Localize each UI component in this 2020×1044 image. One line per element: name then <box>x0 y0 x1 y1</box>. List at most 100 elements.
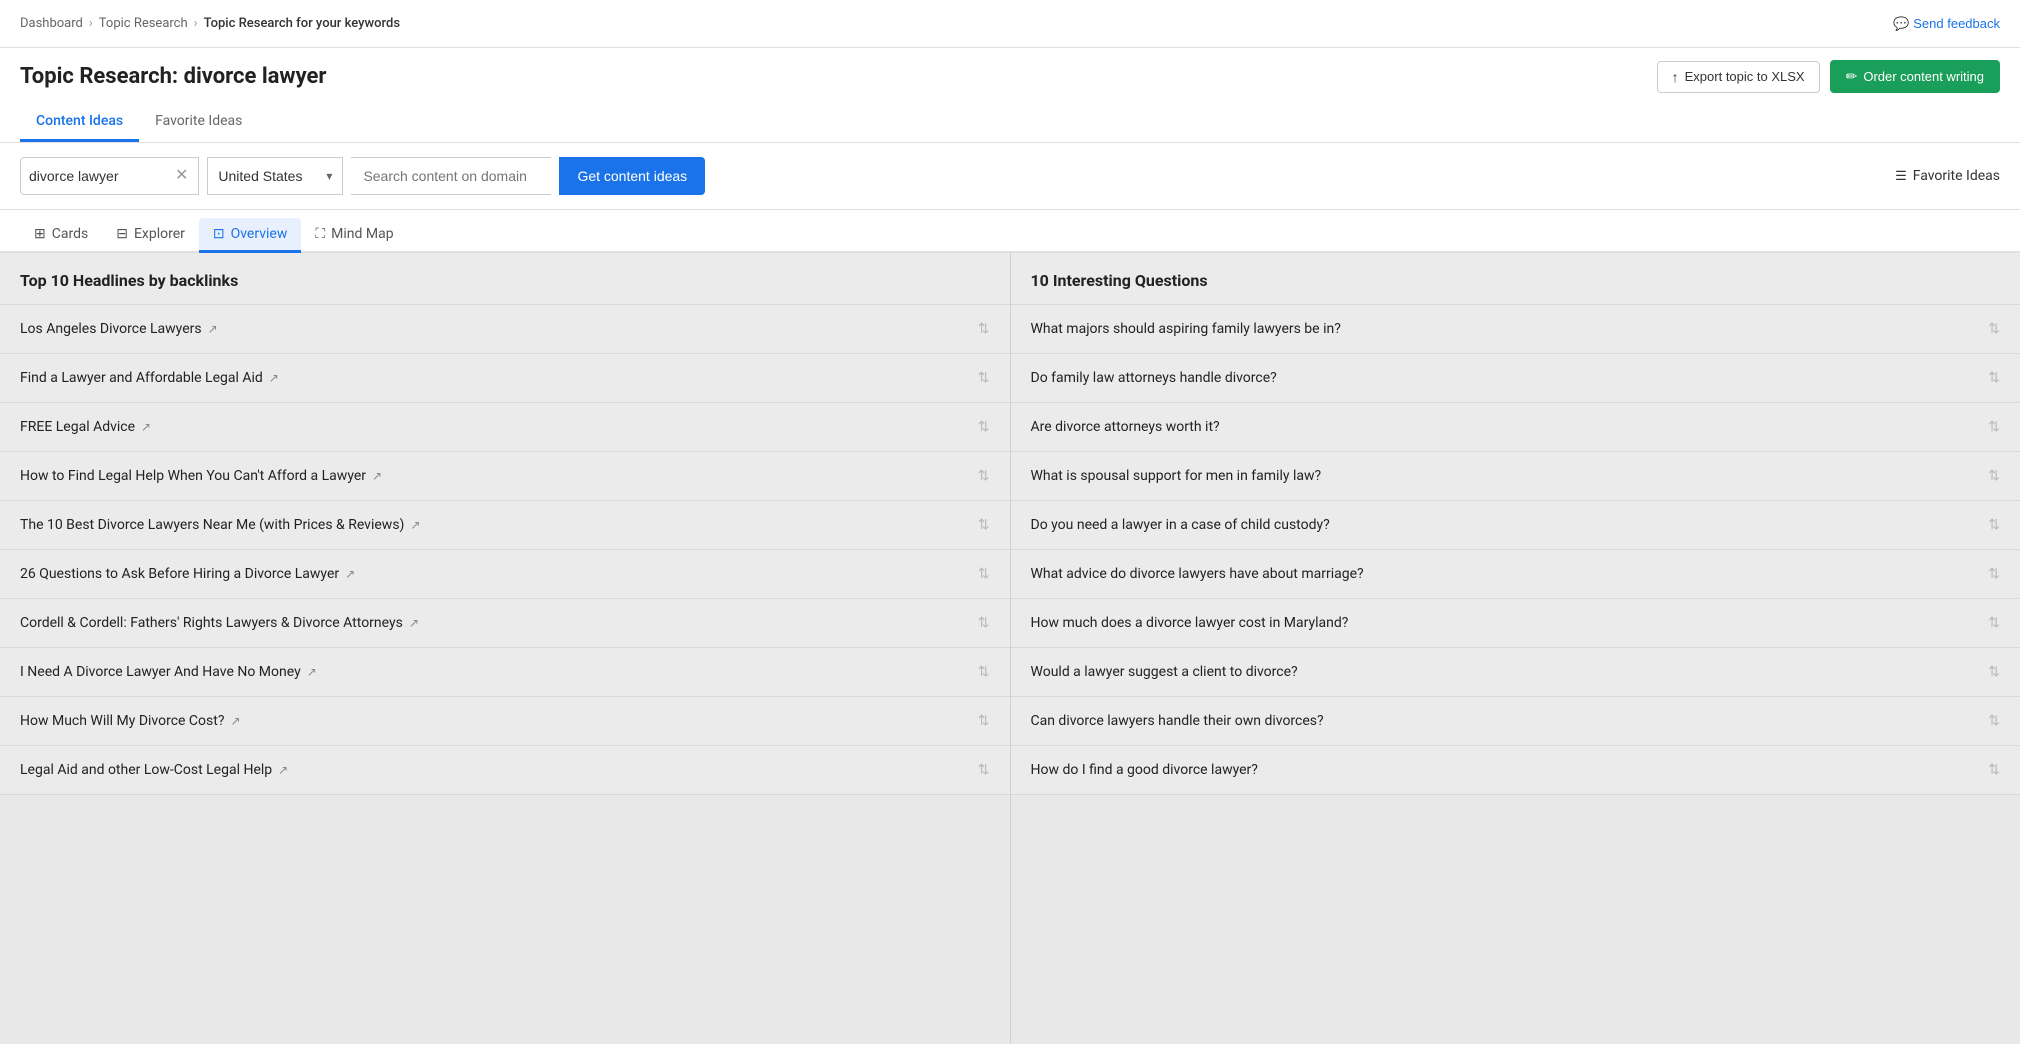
send-feedback-button[interactable]: Send feedback <box>1893 16 2000 32</box>
list-item: What is spousal support for men in famil… <box>1011 452 2020 501</box>
country-select-wrapper: United States United Kingdom Canada Aust… <box>207 157 343 195</box>
question-text-10: How do I find a good divorce lawyer? <box>1031 762 1258 778</box>
headline-text-4: How to Find Legal Help When You Can't Af… <box>20 468 382 484</box>
breadcrumb-sep-1: › <box>89 16 93 31</box>
page-title-prefix: Topic Research: <box>20 64 178 89</box>
list-item: Cordell & Cordell: Fathers' Rights Lawye… <box>0 599 1010 648</box>
explorer-icon: ⊟ <box>116 226 128 242</box>
question-text-6: What advice do divorce lawyers have abou… <box>1031 566 1364 582</box>
question-text-7: How much does a divorce lawyer cost in M… <box>1031 615 1349 631</box>
list-item: What advice do divorce lawyers have abou… <box>1011 550 2020 599</box>
questions-panel-header: 10 Interesting Questions <box>1011 253 2020 305</box>
clear-keyword-button[interactable]: ✕ <box>173 168 190 184</box>
list-item: How to Find Legal Help When You Can't Af… <box>0 452 1010 501</box>
view-tab-overview-label: Overview <box>231 226 288 242</box>
view-tab-mindmap[interactable]: ⛶ Mind Map <box>301 218 407 253</box>
breadcrumb-dashboard[interactable]: Dashboard <box>20 16 83 31</box>
country-select[interactable]: United States United Kingdom Canada Aust… <box>218 168 322 184</box>
external-link-icon[interactable] <box>278 762 288 778</box>
view-tab-cards[interactable]: ⊞ Cards <box>20 218 102 253</box>
external-link-icon[interactable] <box>409 615 419 631</box>
headline-text-5: The 10 Best Divorce Lawyers Near Me (wit… <box>20 517 420 533</box>
view-tab-mindmap-label: Mind Map <box>331 226 393 242</box>
keyword-input[interactable] <box>29 168 169 184</box>
sort-action-icon[interactable] <box>1988 370 2000 386</box>
view-tab-overview[interactable]: ⊡ Overview <box>199 218 301 253</box>
sort-action-icon[interactable] <box>1988 517 2000 533</box>
sort-action-icon[interactable] <box>978 468 990 484</box>
chevron-down-icon <box>326 168 332 184</box>
star-list-icon <box>1895 168 1907 184</box>
mindmap-icon: ⛶ <box>315 226 325 242</box>
get-content-ideas-button[interactable]: Get content ideas <box>559 157 705 195</box>
external-link-icon[interactable] <box>208 321 218 337</box>
headline-text-1: Los Angeles Divorce Lawyers <box>20 321 218 337</box>
export-label: Export topic to XLSX <box>1685 69 1805 84</box>
question-text-1: What majors should aspiring family lawye… <box>1031 321 1341 337</box>
upload-icon <box>1672 69 1679 85</box>
sort-action-icon[interactable] <box>1988 468 2000 484</box>
favorite-ideas-label: Favorite Ideas <box>1913 168 2000 184</box>
question-text-4: What is spousal support for men in famil… <box>1031 468 1322 484</box>
list-item: How do I find a good divorce lawyer? <box>1011 746 2020 795</box>
sort-action-icon[interactable] <box>1988 713 2000 729</box>
headlines-panel-header: Top 10 Headlines by backlinks <box>0 253 1010 305</box>
main-tabs: Content Ideas Favorite Ideas <box>20 103 2000 142</box>
sort-action-icon[interactable] <box>978 615 990 631</box>
list-item: How much does a divorce lawyer cost in M… <box>1011 599 2020 648</box>
send-feedback-label: Send feedback <box>1913 16 2000 31</box>
cards-icon: ⊞ <box>34 226 46 242</box>
external-link-icon[interactable] <box>372 468 382 484</box>
sort-action-icon[interactable] <box>978 370 990 386</box>
question-text-2: Do family law attorneys handle divorce? <box>1031 370 1277 386</box>
sort-action-icon[interactable] <box>978 321 990 337</box>
headlines-panel: Top 10 Headlines by backlinks Los Angele… <box>0 253 1011 1044</box>
sort-action-icon[interactable] <box>978 566 990 582</box>
sort-action-icon[interactable] <box>1988 419 2000 435</box>
breadcrumb-topic-research[interactable]: Topic Research <box>99 16 188 31</box>
view-tabs-row: ⊞ Cards ⊟ Explorer ⊡ Overview ⛶ Mind Map <box>0 210 2020 253</box>
headline-text-10: Legal Aid and other Low-Cost Legal Help <box>20 762 288 778</box>
top-actions: Send feedback <box>1893 16 2000 32</box>
external-link-icon[interactable] <box>410 517 420 533</box>
headline-text-3: FREE Legal Advice <box>20 419 151 435</box>
sort-action-icon[interactable] <box>1988 664 2000 680</box>
breadcrumb-sep-2: › <box>194 16 198 31</box>
questions-panel: 10 Interesting Questions What majors sho… <box>1011 253 2020 1044</box>
sort-action-icon[interactable] <box>978 517 990 533</box>
external-link-icon[interactable] <box>307 664 317 680</box>
external-link-icon[interactable] <box>269 370 279 386</box>
sort-action-icon[interactable] <box>1988 615 2000 631</box>
list-item: 26 Questions to Ask Before Hiring a Divo… <box>0 550 1010 599</box>
main-content: Top 10 Headlines by backlinks Los Angele… <box>0 253 2020 1044</box>
domain-input[interactable] <box>351 157 551 195</box>
sort-action-icon[interactable] <box>1988 762 2000 778</box>
list-item: Would a lawyer suggest a client to divor… <box>1011 648 2020 697</box>
sort-action-icon[interactable] <box>978 419 990 435</box>
pencil-icon <box>1846 68 1858 85</box>
page-title-keyword: divorce lawyer <box>184 64 327 89</box>
tab-favorite-ideas[interactable]: Favorite Ideas <box>139 103 258 142</box>
list-item: How Much Will My Divorce Cost? <box>0 697 1010 746</box>
list-item: Los Angeles Divorce Lawyers <box>0 305 1010 354</box>
chat-bubble-icon <box>1893 16 1909 32</box>
order-content-writing-button[interactable]: Order content writing <box>1830 60 2000 93</box>
external-link-icon[interactable] <box>230 713 240 729</box>
external-link-icon[interactable] <box>345 566 355 582</box>
sort-action-icon[interactable] <box>978 664 990 680</box>
question-text-5: Do you need a lawyer in a case of child … <box>1031 517 1330 533</box>
sort-action-icon[interactable] <box>978 762 990 778</box>
list-item: What majors should aspiring family lawye… <box>1011 305 2020 354</box>
list-item: Can divorce lawyers handle their own div… <box>1011 697 2020 746</box>
export-button[interactable]: Export topic to XLSX <box>1657 61 1820 93</box>
breadcrumb-current: Topic Research for your keywords <box>204 16 401 31</box>
favorite-ideas-link[interactable]: Favorite Ideas <box>1895 168 2000 184</box>
sort-action-icon[interactable] <box>1988 321 2000 337</box>
list-item: FREE Legal Advice <box>0 403 1010 452</box>
view-tab-explorer[interactable]: ⊟ Explorer <box>102 218 199 253</box>
sort-action-icon[interactable] <box>978 713 990 729</box>
sort-action-icon[interactable] <box>1988 566 2000 582</box>
header-actions: Export topic to XLSX Order content writi… <box>1657 60 2000 93</box>
tab-content-ideas[interactable]: Content Ideas <box>20 103 139 142</box>
external-link-icon[interactable] <box>141 419 151 435</box>
